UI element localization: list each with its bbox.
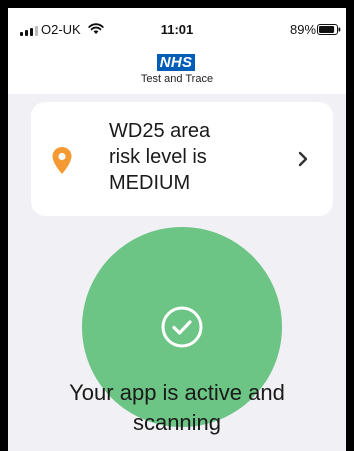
battery-icon bbox=[317, 24, 341, 35]
risk-level-value: MEDIUM bbox=[109, 172, 191, 194]
app-subtitle: Test and Trace bbox=[140, 73, 214, 85]
area-risk-card[interactable]: WD25 area risk level is MEDIUM bbox=[31, 102, 333, 216]
chevron-right-icon bbox=[298, 151, 308, 167]
status-bar: O2-UK 11:01 89% bbox=[8, 8, 346, 42]
nhs-logo: NHS bbox=[157, 54, 195, 71]
phone-screen: O2-UK 11:01 89% NHS Test and Trace WD25 … bbox=[8, 8, 346, 451]
app-header: NHS Test and Trace bbox=[8, 42, 346, 94]
status-line-2: scanning bbox=[132, 410, 222, 435]
check-circle-icon bbox=[161, 306, 203, 348]
status-line-1: Your app is active and bbox=[69, 380, 285, 405]
risk-label-line: risk level is bbox=[109, 146, 207, 168]
app-status-text: Your app is active and scanning bbox=[8, 378, 346, 438]
battery-percentage: 89% bbox=[290, 22, 317, 37]
risk-area-line: WD25 area bbox=[109, 120, 211, 142]
risk-level-text: WD25 area risk level is MEDIUM bbox=[109, 118, 269, 196]
map-pin-icon bbox=[52, 147, 72, 174]
